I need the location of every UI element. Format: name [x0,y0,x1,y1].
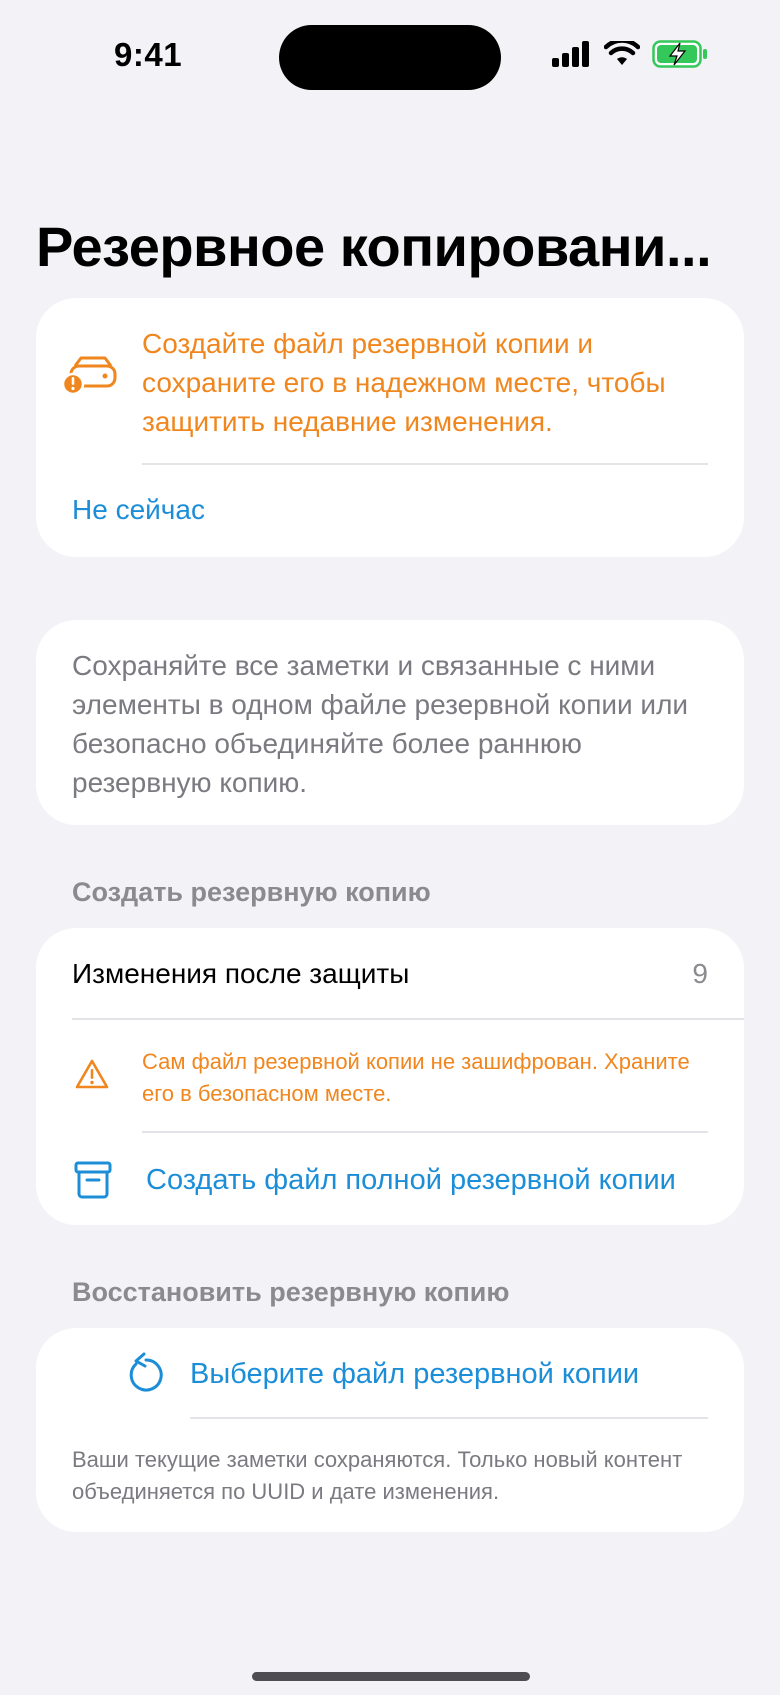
create-backup-card: Изменения после защиты 9 Сам файл резерв… [36,928,744,1225]
create-section-header: Создать резервную копию [72,877,431,907]
drive-alert-icon [61,356,119,401]
battery-charging-icon [652,40,708,73]
backup-warning-card: Создайте файл резервной копии и сохранит… [36,298,744,557]
page-title: Резервное копировани... [36,215,712,278]
divider [142,463,708,465]
restore-backup-card: Выберите файл резервной копии Ваши текущ… [36,1328,744,1532]
home-indicator[interactable] [252,1672,530,1681]
restore-section-header: Восстановить резервную копию [72,1277,510,1307]
backup-warning-message: Создайте файл резервной копии и сохранит… [142,328,666,437]
divider [190,1417,708,1419]
restore-note: Ваши текущие заметки сохраняются. Только… [72,1447,683,1504]
status-icons [552,38,708,73]
cellular-signal-icon [552,41,592,72]
restore-arrow-icon [124,1352,164,1401]
unencrypted-warning-text: Сам файл резервной копии не зашифрован. … [142,1049,690,1106]
divider [142,1131,708,1133]
changes-count: 9 [692,958,708,989]
wifi-icon [603,38,641,72]
create-full-backup-button[interactable]: Создать файл полной резервной копии [146,1164,676,1197]
archive-box-icon [74,1160,112,1205]
choose-backup-file-button[interactable]: Выберите файл резервной копии [190,1358,639,1391]
changes-since-protection-label: Изменения после защиты [72,958,410,989]
dynamic-island [279,25,501,90]
warning-triangle-icon [74,1058,110,1095]
status-time: 9:41 [114,36,183,73]
backup-info-card: Сохраняйте все заметки и связанные с ним… [36,620,744,825]
not-now-button[interactable]: Не сейчас [72,494,205,526]
divider [72,1018,744,1020]
backup-screen: 9:41 Резервное копировани... Создайте фа… [0,0,780,1695]
backup-info-text: Сохраняйте все заметки и связанные с ним… [72,650,689,798]
